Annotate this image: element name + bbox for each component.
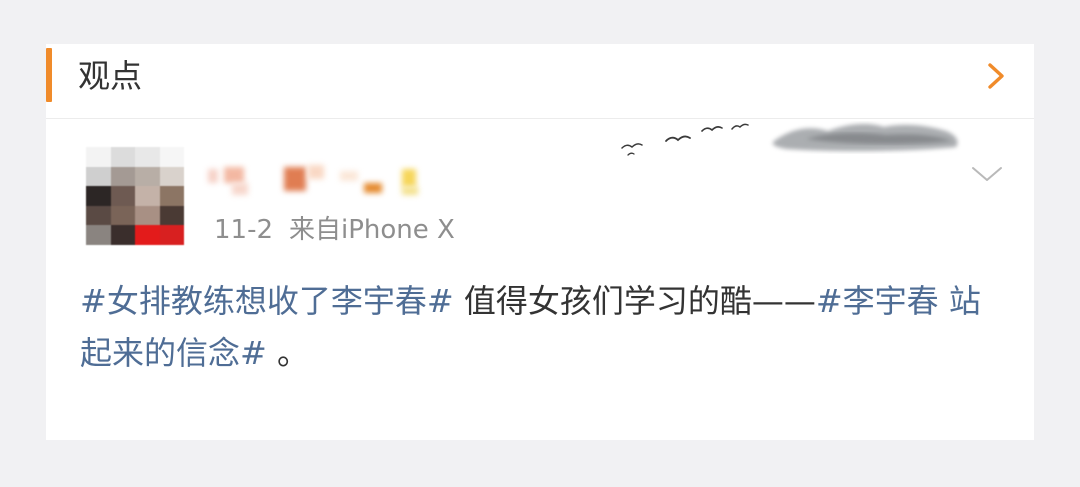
post-text: 值得女孩们学习的酷—— — [453, 282, 816, 320]
avatar[interactable] — [86, 147, 184, 245]
section-accent-bar — [46, 48, 52, 102]
weibo-post: 11-2 来自iPhone X #女排教练想收了李宇春# 值得女孩们学习的酷——#… — [46, 119, 1034, 440]
viewpoint-card: 观点 11-2 来自iPhone X #女排教练想收了李宇春# 值得女孩们学习的… — [46, 44, 1034, 440]
section-header[interactable]: 观点 — [46, 44, 1034, 119]
post-date: 11-2 — [214, 215, 274, 245]
chevron-right-icon[interactable] — [982, 60, 1010, 92]
post-source: 来自iPhone X — [289, 215, 455, 245]
section-title: 观点 — [78, 57, 143, 95]
post-meta: 11-2 来自iPhone X — [214, 214, 455, 246]
ink-landscape-decoration — [621, 123, 958, 156]
hashtag-link[interactable]: #女排教练想收了李宇春# — [80, 282, 454, 320]
username-blurred[interactable] — [206, 161, 446, 201]
post-content: #女排教练想收了李宇春# 值得女孩们学习的酷——#李宇春 站起来的信念# 。 — [80, 275, 1010, 379]
chevron-down-icon[interactable] — [970, 163, 1004, 185]
post-text: 。 — [266, 334, 310, 372]
